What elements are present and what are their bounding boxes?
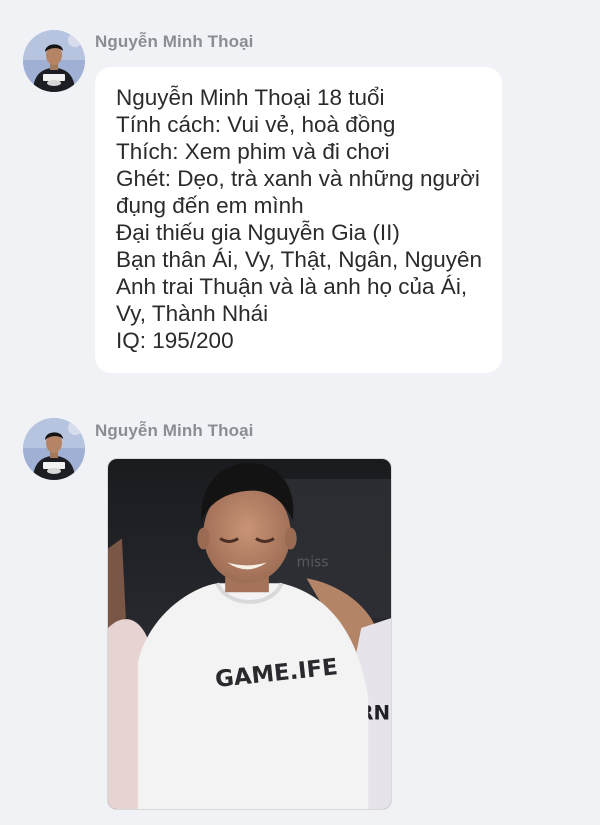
message-bubble[interactable]: Nguyễn Minh Thoại 18 tuổi Tính cách: Vui… — [95, 67, 502, 373]
message-line: đụng đến em mình — [116, 193, 304, 218]
sender-avatar[interactable] — [23, 30, 85, 92]
sender-name[interactable]: Nguyễn Minh Thoại — [95, 421, 253, 441]
sender-name[interactable]: Nguyễn Minh Thoại — [95, 32, 253, 52]
message-line: Bạn thân Ái, Vy, Thật, Ngân, Nguyên — [116, 247, 483, 272]
photo-image: miss RNI GAME.IFE — [108, 459, 391, 809]
message-line: Thích: Xem phim và đi chơi — [116, 139, 390, 164]
message-line: Vy, Thành Nhái — [116, 301, 269, 326]
message-line: IQ: 195/200 — [116, 328, 234, 353]
message-line: Anh trai Thuận và là anh họ của Ái, — [116, 274, 468, 299]
message-line: Ghét: Dẹo, trà xanh và những người — [116, 166, 480, 191]
message-line: Nguyễn Minh Thoại 18 tuổi — [116, 85, 385, 110]
message-line: Tính cách: Vui vẻ, hoà đồng — [116, 112, 396, 137]
background-sign-text: miss — [297, 554, 329, 570]
user-avatar-icon — [23, 30, 85, 92]
message-line: Đại thiếu gia Nguyễn Gia (II) — [116, 220, 400, 245]
user-avatar-icon — [23, 418, 85, 480]
message-photo[interactable]: miss RNI GAME.IFE — [107, 458, 392, 810]
chat-thread: Nguyễn Minh Thoại Nguyễn Minh Thoại 18 t… — [0, 0, 600, 825]
sender-avatar[interactable] — [23, 418, 85, 480]
